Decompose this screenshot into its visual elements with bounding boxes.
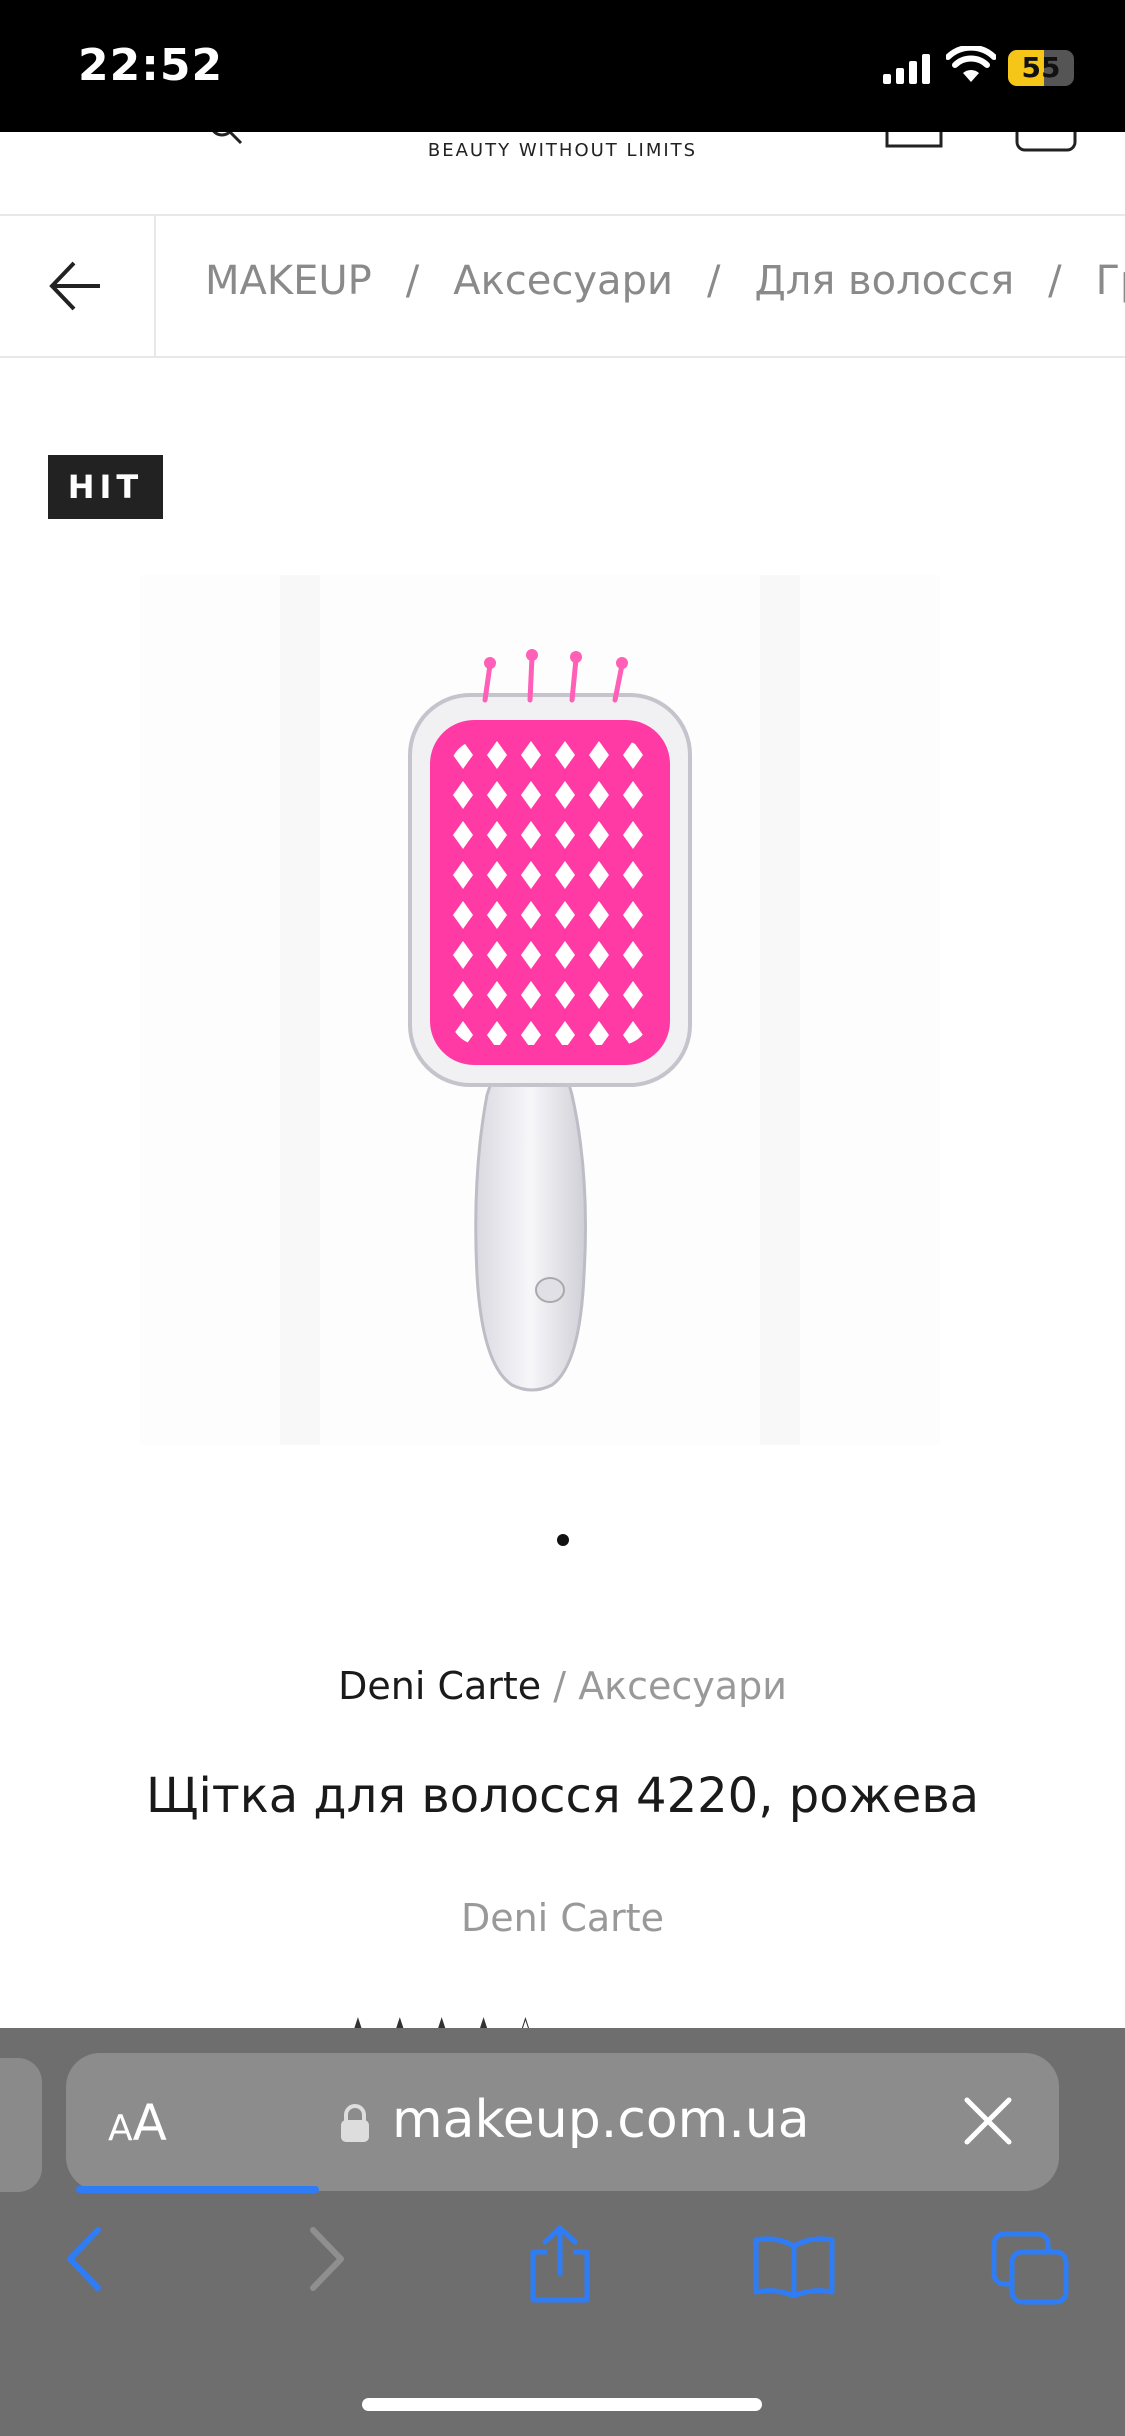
back-button[interactable] <box>0 216 156 356</box>
forward-icon[interactable] <box>305 2224 349 2294</box>
gallery-indicator-dot[interactable] <box>557 1534 569 1546</box>
cart-icon[interactable] <box>1015 132 1077 152</box>
bookmarks-icon[interactable] <box>752 2234 836 2298</box>
breadcrumb-item-accessories[interactable]: Аксесуари <box>453 258 673 304</box>
breadcrumb-item-hair[interactable]: Для волосся <box>754 258 1014 304</box>
brand-separator: / <box>553 1664 567 1708</box>
url-text[interactable]: makeup.com.ua <box>392 2090 810 2150</box>
page-load-progress <box>76 2186 319 2193</box>
breadcrumb-item-next[interactable]: Гр <box>1096 258 1125 304</box>
previous-tab-pill[interactable] <box>0 2058 42 2192</box>
tabs-icon[interactable] <box>990 2230 1070 2306</box>
reader-settings-button[interactable]: AA <box>108 2094 167 2152</box>
signal-icon <box>883 54 930 84</box>
account-icon[interactable] <box>885 132 943 148</box>
close-icon[interactable] <box>963 2096 1013 2146</box>
aa-small: A <box>108 2108 133 2149</box>
breadcrumb: MAKEUP / Аксесуари / Для волосся / Гр <box>0 216 1125 358</box>
back-icon[interactable] <box>62 2224 106 2294</box>
wifi-icon <box>946 46 996 82</box>
product-title: Щітка для волосся 4220, рожева <box>145 1768 980 1824</box>
hit-badge: HIT <box>48 455 163 519</box>
category-link[interactable]: Аксесуари <box>578 1664 787 1708</box>
aa-large: A <box>132 2094 167 2152</box>
site-header: BEAUTY WITHOUT LIMITS <box>0 132 1125 216</box>
brand-category-line: Deni Carte / Аксесуари <box>0 1664 1125 1708</box>
brand-link[interactable]: Deni Carte <box>338 1664 541 1708</box>
share-icon[interactable] <box>525 2224 595 2304</box>
breadcrumb-separator: / <box>706 258 721 304</box>
breadcrumb-items: MAKEUP / Аксесуари / Для волосся / Гр <box>205 258 1125 304</box>
battery-icon: 55 <box>1008 50 1074 86</box>
brand-subtitle[interactable]: Deni Carte <box>0 1896 1125 1940</box>
site-tagline: BEAUTY WITHOUT LIMITS <box>427 140 698 161</box>
status-time: 22:52 <box>78 40 224 91</box>
breadcrumb-item-makeup[interactable]: MAKEUP <box>205 258 372 304</box>
arrow-left-icon <box>49 261 100 311</box>
home-indicator[interactable] <box>362 2398 762 2411</box>
product-image[interactable] <box>140 575 940 1445</box>
battery-level: 55 <box>1021 51 1061 84</box>
breadcrumb-separator: / <box>405 258 420 304</box>
status-bar: 22:52 55 <box>0 0 1125 132</box>
breadcrumb-separator: / <box>1048 258 1062 304</box>
lock-icon <box>341 2104 369 2142</box>
